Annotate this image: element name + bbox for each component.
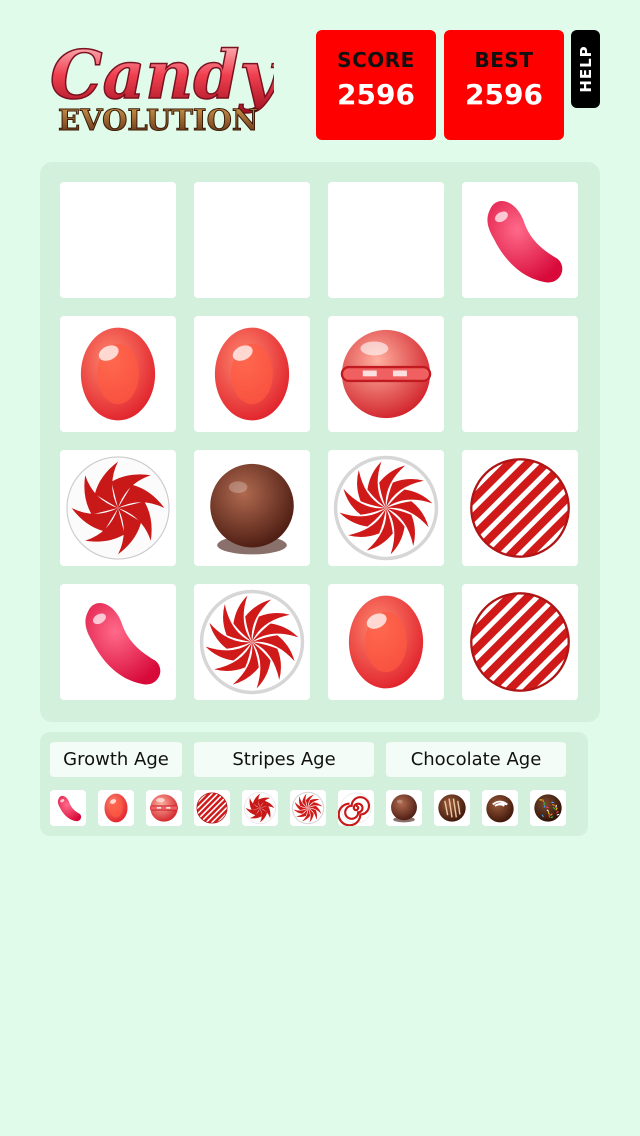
jelly-candy-icon	[328, 584, 444, 700]
best-label: BEST	[474, 48, 534, 72]
help-label: HELP	[576, 45, 595, 93]
drizzled-chocolate-icon	[434, 790, 470, 826]
candy-tile	[462, 182, 578, 298]
age-label-growth: Growth Age	[50, 742, 182, 777]
spiral-peppermint-icon	[290, 790, 326, 826]
score-value: 2596	[337, 78, 415, 111]
jelly-bean-icon	[462, 182, 578, 298]
peppermint-swirl-icon	[242, 790, 278, 826]
candy-tile	[194, 450, 310, 566]
best-box: BEST 2596	[444, 30, 564, 140]
empty-tile	[462, 316, 578, 432]
white-swirl-chocolate-icon	[482, 790, 518, 826]
jelly-candy-icon	[194, 316, 310, 432]
logo-subtitle: EVOLUTION	[58, 103, 258, 136]
score-box: SCORE 2596	[316, 30, 436, 140]
round-hard-candy-icon	[146, 790, 182, 826]
candy-tile	[328, 450, 444, 566]
help-button[interactable]: HELP	[571, 30, 600, 108]
candy-evolution-logo: Candy EVOLUTION	[48, 32, 283, 137]
candy-tile	[462, 450, 578, 566]
best-value: 2596	[465, 78, 543, 111]
chocolate-truffle-icon	[386, 790, 422, 826]
spiral-peppermint-icon	[328, 450, 444, 566]
sprinkle-chocolate-icon	[530, 790, 566, 826]
chocolate-truffle-icon	[194, 450, 310, 566]
candy-tile	[194, 584, 310, 700]
evolution-legend: Growth Age Stripes Age Chocolate Age	[40, 732, 588, 836]
candy-tile	[462, 584, 578, 700]
spiral-peppermint-icon	[194, 584, 310, 700]
peppermint-swirl-icon	[60, 450, 176, 566]
striped-candy-icon	[194, 790, 230, 826]
game-board[interactable]	[40, 162, 600, 722]
striped-candy-icon	[462, 450, 578, 566]
candy-tile	[328, 584, 444, 700]
candy-tile	[328, 316, 444, 432]
age-label-stripes: Stripes Age	[194, 742, 374, 777]
candy-tile	[60, 450, 176, 566]
jelly-bean-icon	[50, 790, 86, 826]
candy-tile	[60, 316, 176, 432]
striped-candy-icon	[462, 584, 578, 700]
empty-tile	[60, 182, 176, 298]
jelly-candy-icon	[98, 790, 134, 826]
score-label: SCORE	[337, 48, 415, 72]
candy-tile	[60, 584, 176, 700]
lollipop-swirl-icon	[338, 790, 374, 826]
age-label-chocolate: Chocolate Age	[386, 742, 566, 777]
jelly-candy-icon	[60, 316, 176, 432]
empty-tile	[194, 182, 310, 298]
candy-tile	[194, 316, 310, 432]
empty-tile	[328, 182, 444, 298]
round-hard-candy-icon	[328, 316, 444, 432]
jelly-bean-icon	[60, 584, 176, 700]
